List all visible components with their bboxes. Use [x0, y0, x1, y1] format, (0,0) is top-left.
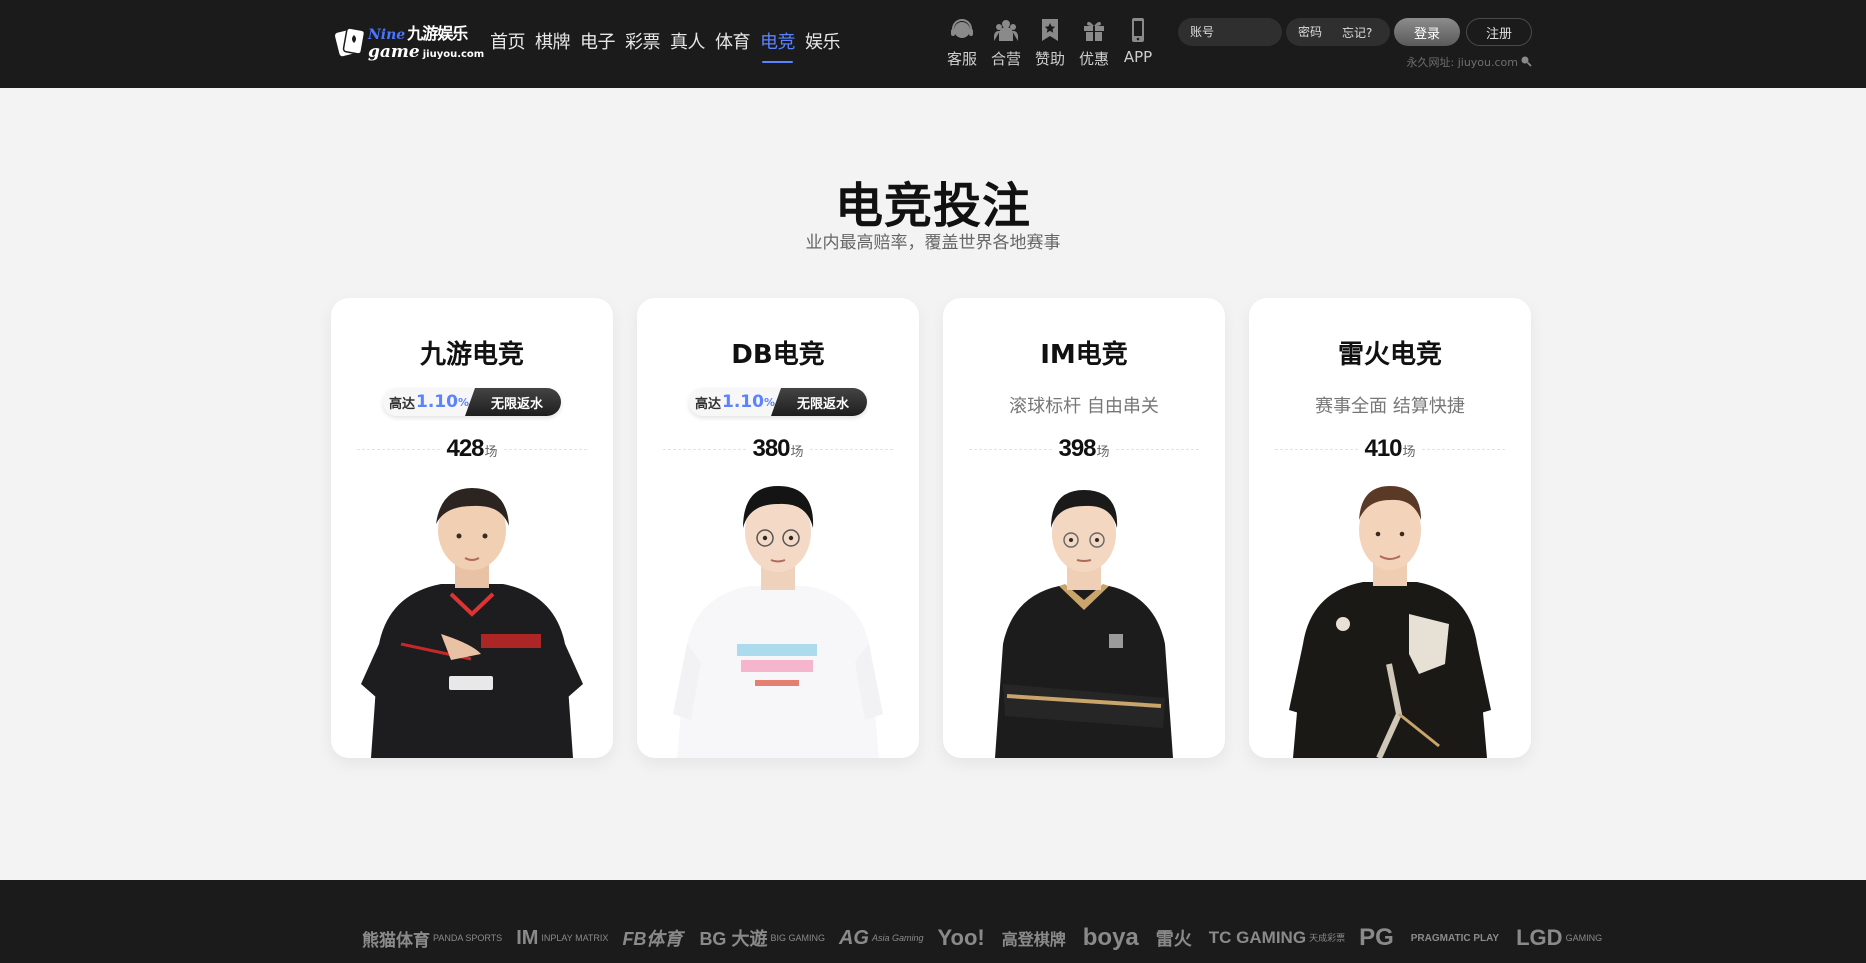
partner-pragmatic-play: PRAGMATIC PLAY	[1410, 932, 1500, 944]
badge-tag: 无限返水	[771, 388, 867, 416]
badge-unit: %	[457, 395, 469, 409]
card-title: DB电竞	[731, 340, 825, 370]
partner-lgd-gaming: LGD GAMING	[1516, 925, 1603, 950]
player-photo	[995, 490, 1173, 758]
match-count: 380 场	[663, 434, 893, 464]
player-photo	[361, 488, 583, 758]
mobile-phone-icon	[1124, 16, 1152, 44]
partner-yoo: Yoo!	[937, 925, 985, 950]
nav-esports[interactable]: 电竞	[760, 28, 796, 63]
card-title: 九游电竞	[419, 340, 524, 370]
partner-fb-sports: FB体育	[622, 929, 683, 949]
password-box: 忘记?	[1286, 18, 1390, 46]
partner-tc-gaming: TC GAMING 天成彩票	[1208, 928, 1346, 947]
forgot-password-link[interactable]: 忘记?	[1342, 24, 1372, 41]
nav-sports[interactable]: 体育	[715, 28, 751, 60]
card-subtitle: 滚球标杆 自由串关	[1009, 396, 1159, 417]
match-count-unit: 场	[1402, 445, 1416, 460]
card-leihuo-esports[interactable]: 雷火电竞 赛事全面 结算快捷 410 场	[1249, 298, 1531, 758]
player-photo	[673, 486, 883, 758]
gift-icon	[1080, 16, 1108, 44]
nav-chess-cards[interactable]: 棋牌	[535, 28, 571, 60]
main-nav: 首页 棋牌 电子 彩票 真人 体育 电竞 娱乐	[490, 28, 841, 63]
partners-icon	[992, 16, 1020, 44]
partner-pg: PG	[1359, 924, 1394, 951]
partner-ag: AG Asia Gaming	[838, 926, 924, 949]
partner-leihuo: 雷火	[1155, 929, 1192, 949]
partner-logos: 熊猫体育 PANDA SPORTS IM INPLAY MATRIX FB体育 BG…	[362, 924, 1602, 952]
match-count-unit: 场	[1096, 445, 1110, 460]
permanent-url: 永久网址: jiuyou.com	[1407, 54, 1533, 70]
quick-sponsor[interactable]: 赞助	[1032, 16, 1068, 69]
badge-value: 1.10	[722, 392, 764, 412]
match-count-number: 380	[752, 435, 790, 462]
partner-bg-gaming: BG 大遊 BIG GAMING	[699, 929, 825, 949]
account-input[interactable]	[1178, 18, 1282, 46]
nav-home[interactable]: 首页	[490, 28, 526, 60]
esports-cards: 九游电竞 高达 1.10% 无限返水 428 场 DB电竞 高达 1.10 % …	[331, 298, 1532, 758]
match-count-unit: 场	[790, 445, 804, 460]
card-im-esports[interactable]: IM电竞 滚球标杆 自由串关 398 场	[943, 298, 1225, 758]
site-logo[interactable]: Nine 九游娱乐 game jiuyou.com	[334, 23, 484, 62]
login-button[interactable]: 登录	[1394, 18, 1460, 46]
footer: 熊猫体育 PANDA SPORTS IM INPLAY MATRIX FB体育 BG…	[0, 880, 1866, 963]
partner-gaodeng: 高登棋牌	[1001, 932, 1066, 949]
quick-partnership[interactable]: 合营	[988, 16, 1024, 69]
nav-entertainment[interactable]: 娱乐	[805, 28, 841, 60]
search-icon	[1520, 55, 1532, 70]
headset-icon	[948, 16, 976, 44]
quick-links: 客服 合营 赞助 优惠 APP	[944, 16, 1156, 69]
match-count: 428 场	[357, 434, 587, 464]
nav-live-casino[interactable]: 真人	[670, 28, 706, 60]
player-photo	[1289, 486, 1491, 758]
sponsor-bookmark-icon	[1036, 16, 1064, 44]
card-title: IM电竞	[1040, 340, 1128, 370]
quick-label-app: APP	[1123, 48, 1153, 66]
card-db-esports[interactable]: DB电竞 高达 1.10% 无限返水 380 场	[637, 298, 919, 758]
quick-label-promotions: 优惠	[1078, 50, 1109, 68]
badge-prefix: 高达	[389, 396, 416, 412]
match-count-number: 410	[1364, 435, 1402, 462]
partner-im: IM INPLAY MATRIX	[516, 926, 609, 949]
quick-promotions[interactable]: 优惠	[1076, 16, 1112, 69]
page-subtitle: 业内最高赔率，覆盖世界各地赛事	[805, 233, 1061, 253]
permanent-url-text: 永久网址: jiuyou.com	[1406, 56, 1519, 69]
logo-cn-text: 九游娱乐	[407, 23, 468, 43]
card-jiuyou-esports[interactable]: 九游电竞 高达 1.10% 无限返水 428 场	[331, 298, 613, 758]
password-input[interactable]	[1286, 18, 1342, 46]
logo-game-text: game	[368, 41, 420, 62]
quick-label-partnership: 合营	[990, 50, 1021, 68]
match-count: 410 场	[1275, 434, 1505, 464]
quick-label-service: 客服	[946, 50, 977, 68]
match-count: 398 场	[969, 434, 1199, 464]
badge-prefix: 高达	[695, 396, 722, 412]
quick-app[interactable]: APP	[1120, 16, 1156, 69]
match-count-number: 398	[1058, 435, 1096, 462]
register-button[interactable]: 注册	[1466, 18, 1532, 46]
badge-value: 1.10	[416, 392, 458, 412]
partner-boya: boya	[1082, 924, 1139, 951]
card-title: 雷火电竞	[1337, 340, 1442, 370]
match-count-number: 428	[446, 435, 484, 462]
login-area: 忘记? 登录 注册 永久网址: jiuyou.com	[1178, 18, 1532, 74]
top-header: Nine 九游娱乐 game jiuyou.com 首页 棋牌 电子 彩票 真人…	[0, 0, 1866, 88]
nav-slots[interactable]: 电子	[580, 28, 616, 60]
logo-cards-icon	[334, 25, 366, 61]
badge-tag: 无限返水	[465, 388, 561, 416]
page-title: 电竞投注	[834, 178, 1031, 234]
card-subtitle: 赛事全面 结算快捷	[1315, 396, 1465, 417]
logo-url-text: jiuyou.com	[422, 48, 485, 60]
logo-nine-text: Nine	[368, 26, 406, 43]
quick-label-sponsor: 赞助	[1034, 50, 1065, 68]
match-count-unit: 场	[484, 445, 498, 460]
partner-panda-sports: 熊猫体育 PANDA SPORTS	[362, 930, 503, 950]
rebate-badge: 高达 1.10% 无限返水	[383, 388, 561, 416]
rebate-badge: 高达 1.10% 无限返水	[689, 388, 867, 416]
quick-customer-service[interactable]: 客服	[944, 16, 980, 69]
badge-unit: %	[763, 395, 775, 409]
nav-lottery[interactable]: 彩票	[625, 28, 661, 60]
